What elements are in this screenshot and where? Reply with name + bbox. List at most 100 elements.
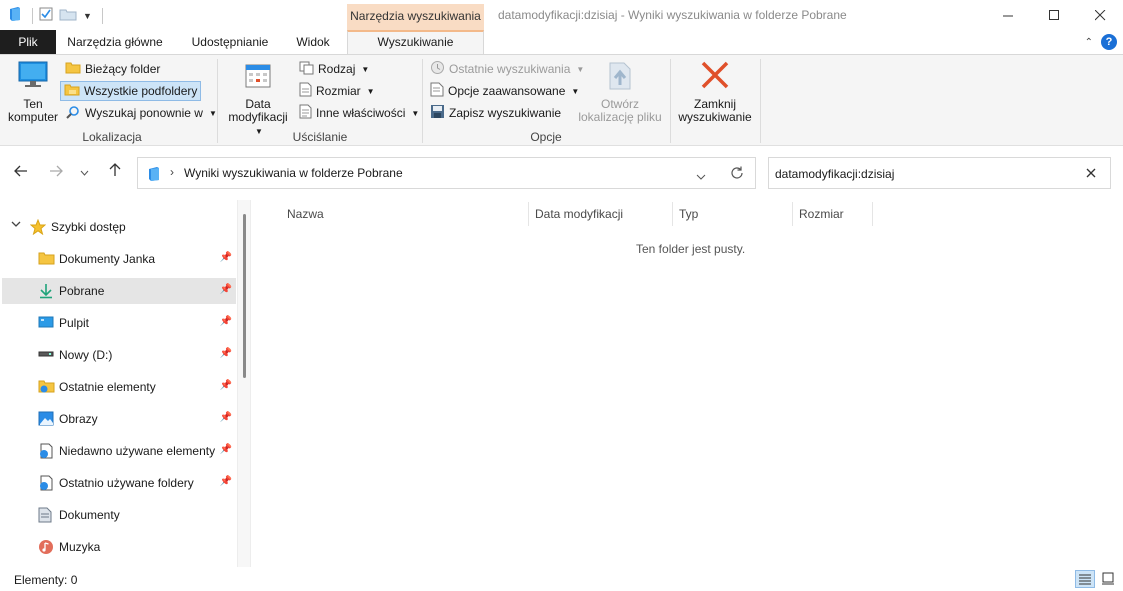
- pin-icon[interactable]: 📌: [220, 316, 232, 327]
- pin-icon[interactable]: 📌: [220, 348, 232, 359]
- date-modified-button[interactable]: Data modyfikacji ▼: [223, 59, 293, 138]
- breadcrumb[interactable]: Wyniki wyszukiwania w folderze Pobrane: [184, 166, 403, 180]
- column-header-date-modified[interactable]: ⌄ Data modyfikacji: [535, 200, 671, 228]
- scrollbar-thumb[interactable]: [243, 214, 246, 378]
- pin-icon[interactable]: 📌: [220, 380, 232, 391]
- group-close: Zamknij wyszukiwanie: [671, 55, 759, 147]
- details-view-button[interactable]: [1075, 570, 1095, 588]
- open-file-location-button[interactable]: Otwórz lokalizację pliku: [575, 59, 665, 124]
- pin-icon[interactable]: 📌: [220, 252, 232, 263]
- breadcrumb-chevron-icon[interactable]: ›: [170, 165, 174, 179]
- arrow-left-icon: [14, 165, 27, 177]
- dropdown-arrow-icon: ▼: [366, 86, 375, 96]
- advanced-options-label: Opcje zaawansowane: [448, 84, 566, 98]
- nav-scrollbar[interactable]: [237, 200, 251, 567]
- nav-item-niedawno-uzywane[interactable]: Niedawno używane elementy 📌: [2, 438, 236, 464]
- download-icon: [38, 283, 54, 302]
- address-dropdown-icon[interactable]: [696, 169, 706, 183]
- qat-dropdown-icon[interactable]: ▼: [83, 11, 92, 21]
- forward-button[interactable]: [45, 163, 67, 183]
- recent-locations-button[interactable]: [76, 163, 92, 183]
- kind-button[interactable]: Rodzaj ▼: [296, 59, 372, 79]
- nav-item-ostatnie-elementy[interactable]: Ostatnie elementy 📌: [2, 374, 236, 400]
- tab-file[interactable]: Plik: [0, 30, 56, 54]
- large-icons-view-icon: [1102, 572, 1114, 585]
- advanced-options-button[interactable]: Opcje zaawansowane ▼: [427, 81, 582, 101]
- maximize-button[interactable]: [1031, 0, 1077, 30]
- save-search-button[interactable]: Zapisz wyszukiwanie: [427, 103, 564, 123]
- column-header-size[interactable]: Rozmiar: [799, 200, 871, 228]
- advanced-options-icon: [430, 82, 444, 100]
- explorer-window: ▼ Narzędzia wyszukiwania datamodyfikacji…: [0, 0, 1123, 591]
- all-subfolders-label: Wszystkie podfoldery: [84, 84, 198, 98]
- documents-icon: [38, 507, 52, 526]
- current-folder-button[interactable]: Bieżący folder: [62, 59, 163, 79]
- nav-item-pobrane[interactable]: Pobrane 📌: [2, 278, 236, 304]
- nav-item-dokumenty[interactable]: Dokumenty: [2, 502, 236, 528]
- arrow-right-icon: [50, 165, 63, 177]
- nav-item-obrazy[interactable]: Obrazy 📌: [2, 406, 236, 432]
- collapse-ribbon-icon[interactable]: ⌃: [1085, 37, 1093, 48]
- search-box[interactable]: [768, 157, 1111, 189]
- dropdown-arrow-icon: ▼: [411, 108, 420, 118]
- tab-home[interactable]: Narzędzia główne: [62, 30, 168, 54]
- close-window-button[interactable]: [1077, 0, 1123, 30]
- properties-icon[interactable]: [39, 7, 53, 24]
- up-button[interactable]: [104, 163, 126, 183]
- nav-item-pulpit[interactable]: Pulpit 📌: [2, 310, 236, 336]
- new-folder-icon[interactable]: [59, 7, 77, 24]
- expand-chevron-icon[interactable]: [11, 219, 21, 231]
- address-bar[interactable]: › Wyniki wyszukiwania w folderze Pobrane: [137, 157, 756, 189]
- size-icon: [299, 82, 312, 100]
- recent-searches-button[interactable]: Ostatnie wyszukiwania ▼: [427, 59, 587, 79]
- other-properties-label: Inne właściwości: [316, 106, 406, 120]
- refresh-icon[interactable]: [730, 166, 744, 183]
- nav-label: Obrazy: [59, 412, 98, 426]
- column-header-type[interactable]: Typ: [679, 200, 791, 228]
- arrow-up-icon: [109, 163, 121, 176]
- window-title: datamodyfikacji:dzisiaj - Wyniki wyszuki…: [498, 8, 847, 22]
- nav-label: Pobrane: [59, 284, 105, 298]
- other-properties-button[interactable]: Inne właściwości ▼: [296, 103, 422, 123]
- pin-icon[interactable]: 📌: [220, 284, 232, 295]
- tab-share[interactable]: Udostępnianie: [182, 30, 278, 54]
- pin-icon[interactable]: 📌: [220, 476, 232, 487]
- nav-item-dokumenty-janka[interactable]: Dokumenty Janka 📌: [2, 246, 236, 272]
- search-again-button[interactable]: Wyszukaj ponownie w ▼: [62, 103, 220, 123]
- current-folder-label: Bieżący folder: [85, 62, 161, 76]
- item-count: Elementy: 0: [14, 573, 78, 587]
- nav-quick-access[interactable]: Szybki dostęp: [2, 214, 236, 240]
- drive-icon: [38, 347, 54, 364]
- quick-access-toolbar: ▼: [8, 6, 103, 25]
- nav-label: Nowy (D:): [59, 348, 113, 362]
- size-button[interactable]: Rozmiar ▼: [296, 81, 378, 101]
- nav-item-ostatnio-uzywane-foldery[interactable]: Ostatnio używane foldery 📌: [2, 470, 236, 496]
- help-icon[interactable]: ?: [1101, 34, 1117, 50]
- title-bar: ▼ Narzędzia wyszukiwania datamodyfikacji…: [0, 0, 1123, 30]
- nav-item-nowy-d[interactable]: Nowy (D:) 📌: [2, 342, 236, 368]
- ribbon: Ten komputer Bieżący folder Wszystkie po…: [0, 54, 1123, 146]
- column-header-name[interactable]: Nazwa: [287, 200, 527, 228]
- back-button[interactable]: [10, 163, 32, 183]
- tab-view[interactable]: Widok: [288, 30, 338, 54]
- search-again-label: Wyszukaj ponownie w: [85, 106, 203, 120]
- options-group-label: Opcje: [530, 130, 562, 144]
- pin-icon[interactable]: 📌: [220, 444, 232, 455]
- status-bar: Elementy: 0: [0, 567, 1123, 591]
- kind-icon: [299, 61, 314, 78]
- pin-icon[interactable]: 📌: [220, 412, 232, 423]
- large-icons-view-button[interactable]: [1099, 570, 1119, 588]
- navigation-bar: › Wyniki wyszukiwania w folderze Pobrane: [0, 146, 1123, 200]
- nav-item-muzyka[interactable]: Muzyka: [2, 534, 236, 560]
- this-pc-button[interactable]: Ten komputer: [6, 59, 60, 124]
- folder-icon: [38, 251, 55, 268]
- close-search-button[interactable]: Zamknij wyszukiwanie: [675, 59, 755, 124]
- all-subfolders-button[interactable]: Wszystkie podfoldery: [60, 81, 202, 101]
- clear-search-icon[interactable]: [1086, 167, 1096, 181]
- search-input[interactable]: [775, 165, 1075, 183]
- tab-search[interactable]: Wyszukiwanie: [347, 30, 484, 55]
- minimize-button[interactable]: [985, 0, 1031, 30]
- search-results-icon: [147, 166, 161, 185]
- search-again-icon: [65, 105, 81, 122]
- open-location-icon: [575, 59, 665, 94]
